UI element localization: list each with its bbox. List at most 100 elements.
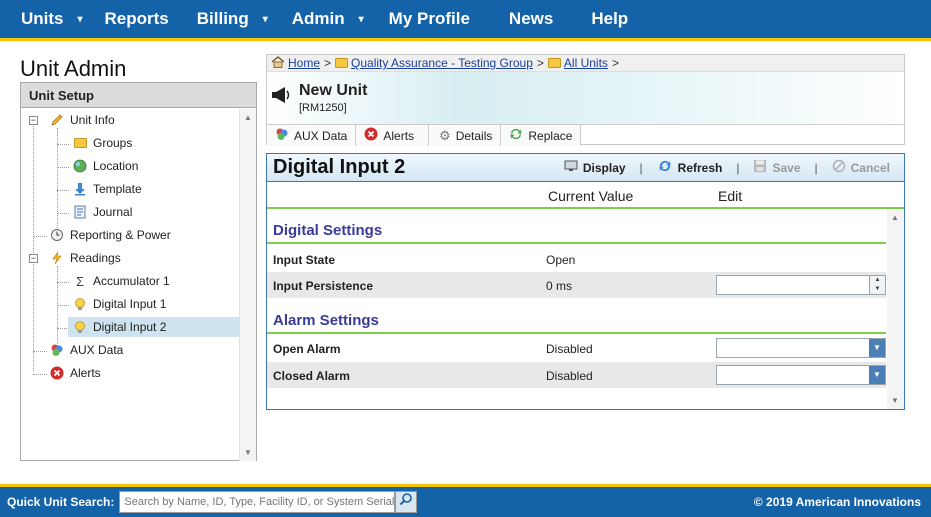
persistence-stepper[interactable]: ▲ ▼ <box>869 276 885 294</box>
home-icon <box>271 55 285 71</box>
save-icon <box>753 159 767 176</box>
lightning-icon <box>49 250 65 266</box>
row-closed-alarm: Closed Alarm Disabled ▼ <box>267 362 886 388</box>
section-divider <box>267 242 886 244</box>
tree-item-accumulator-1[interactable]: Σ Accumulator 1 <box>72 271 170 291</box>
panel-header: Digital Input 2 Display | Refresh | Save… <box>267 154 904 182</box>
chevron-down-icon[interactable]: ▼ <box>869 339 885 357</box>
quick-search-label: Quick Unit Search: <box>7 495 115 509</box>
settings-body: Digital Settings Input State Open Input … <box>267 209 904 409</box>
scroll-up-icon[interactable]: ▲ <box>244 113 252 122</box>
save-button[interactable]: Save <box>753 159 801 176</box>
tree-connector <box>33 118 34 371</box>
row-input-persistence: Input Persistence 0 ms ▲ ▼ <box>267 272 886 298</box>
folder-icon <box>335 58 349 68</box>
tree-connector <box>57 305 69 306</box>
replace-icon <box>509 127 523 144</box>
tree-item-template[interactable]: Template <box>72 179 142 199</box>
tree-item-groups[interactable]: Groups <box>72 133 132 153</box>
pencil-icon <box>49 112 65 128</box>
row-input-state: Input State Open <box>273 253 576 267</box>
stepper-up-icon[interactable]: ▲ <box>870 276 885 285</box>
refresh-button[interactable]: Refresh <box>657 159 722 176</box>
aux-data-icon <box>275 127 289 144</box>
refresh-icon <box>657 159 673 176</box>
tree-item-digital-input-2[interactable]: Digital Input 2 <box>68 317 239 337</box>
sigma-icon: Σ <box>75 273 85 289</box>
download-arrow-icon <box>72 181 88 197</box>
tab-alerts[interactable]: Alerts <box>356 125 430 146</box>
breadcrumb-home[interactable]: Home <box>288 56 320 70</box>
tree-connector <box>57 167 69 168</box>
cancel-icon <box>832 159 846 176</box>
chevron-down-icon[interactable]: ▾ <box>359 14 364 25</box>
display-icon <box>564 160 578 175</box>
scroll-up-icon[interactable]: ▲ <box>891 213 899 222</box>
unit-tabs: AUX Data Alerts ⚙ Details Replace <box>267 124 904 146</box>
display-button[interactable]: Display <box>564 160 626 175</box>
unit-setup-header: Unit Setup <box>21 83 256 108</box>
tree-connector <box>33 351 47 352</box>
tree-item-reporting-power[interactable]: Reporting & Power <box>49 225 171 245</box>
chevron-down-icon[interactable]: ▾ <box>263 14 268 25</box>
toolbar-divider: | <box>736 160 740 175</box>
panel-scrollbar[interactable]: ▲ ▼ <box>887 209 904 409</box>
tab-replace[interactable]: Replace <box>501 125 582 146</box>
nav-help[interactable]: Help <box>591 0 628 38</box>
closed-alarm-select[interactable]: ▼ <box>716 365 886 385</box>
tab-details[interactable]: ⚙ Details <box>429 125 502 146</box>
tab-aux-data[interactable]: AUX Data <box>267 125 357 146</box>
quick-search-input[interactable] <box>119 491 396 513</box>
chevron-down-icon[interactable]: ▼ <box>869 366 885 384</box>
cancel-button[interactable]: Cancel <box>832 159 890 176</box>
clock-icon <box>49 227 65 243</box>
tree-item-readings[interactable]: Readings <box>49 248 121 268</box>
tree-item-location[interactable]: Location <box>72 156 138 176</box>
nav-accent-bar <box>0 38 931 41</box>
collapse-toggle[interactable]: − <box>29 116 38 125</box>
nav-billing[interactable]: Billing ▾ <box>197 0 268 38</box>
tree-item-digital-input-1[interactable]: Digital Input 1 <box>72 294 166 314</box>
sidebar-scrollbar[interactable]: ▲ ▼ <box>239 109 256 461</box>
breadcrumb: Home > Quality Assurance - Testing Group… <box>267 55 904 72</box>
open-alarm-select[interactable]: ▼ <box>716 338 886 358</box>
tree-item-unit-info[interactable]: Unit Info <box>49 110 115 130</box>
chevron-down-icon[interactable]: ▾ <box>78 14 83 25</box>
breadcrumb-all-units[interactable]: All Units <box>564 56 608 70</box>
tree-connector <box>33 374 47 375</box>
unit-setup-tree: − − Unit Info Groups Location Template J… <box>21 108 256 460</box>
tree-connector <box>57 144 69 145</box>
page-title: Unit Admin <box>20 56 127 81</box>
alarm-settings-title: Alarm Settings <box>273 312 379 329</box>
nav-reports[interactable]: Reports <box>105 0 169 38</box>
tree-connector <box>33 236 47 237</box>
stepper-down-icon[interactable]: ▼ <box>870 285 885 294</box>
top-nav: Units ▾ Reports Billing ▾ Admin ▾ My Pro… <box>0 0 931 38</box>
collapse-toggle[interactable]: − <box>29 254 38 263</box>
nav-admin[interactable]: Admin ▾ <box>292 0 364 38</box>
tree-connector <box>57 213 69 214</box>
nav-my-profile[interactable]: My Profile <box>389 0 470 38</box>
tree-item-aux-data[interactable]: AUX Data <box>49 340 123 360</box>
nav-news[interactable]: News <box>509 0 553 38</box>
folder-icon <box>72 135 88 151</box>
tree-item-alerts[interactable]: Alerts <box>49 363 101 383</box>
scroll-down-icon[interactable]: ▼ <box>244 448 252 457</box>
nav-units[interactable]: Units ▾ <box>21 0 83 38</box>
scroll-down-icon[interactable]: ▼ <box>891 396 899 405</box>
column-current-value: Current Value <box>548 188 634 204</box>
tree-connector <box>57 282 69 283</box>
tree-connector <box>57 190 69 191</box>
digital-input-panel: Digital Input 2 Display | Refresh | Save… <box>266 153 905 410</box>
globe-icon <box>72 158 88 174</box>
aux-data-icon <box>49 342 65 358</box>
search-icon <box>400 493 413 506</box>
row-open-alarm: Open Alarm Disabled ▼ <box>267 335 886 361</box>
breadcrumb-quality-assurance[interactable]: Quality Assurance - Testing Group <box>351 56 533 70</box>
column-edit: Edit <box>718 188 743 204</box>
search-button[interactable] <box>395 491 418 513</box>
alert-x-icon <box>364 127 378 144</box>
journal-icon <box>72 204 88 220</box>
input-persistence-field[interactable]: ▲ ▼ <box>716 275 886 295</box>
tree-item-journal[interactable]: Journal <box>72 202 132 222</box>
